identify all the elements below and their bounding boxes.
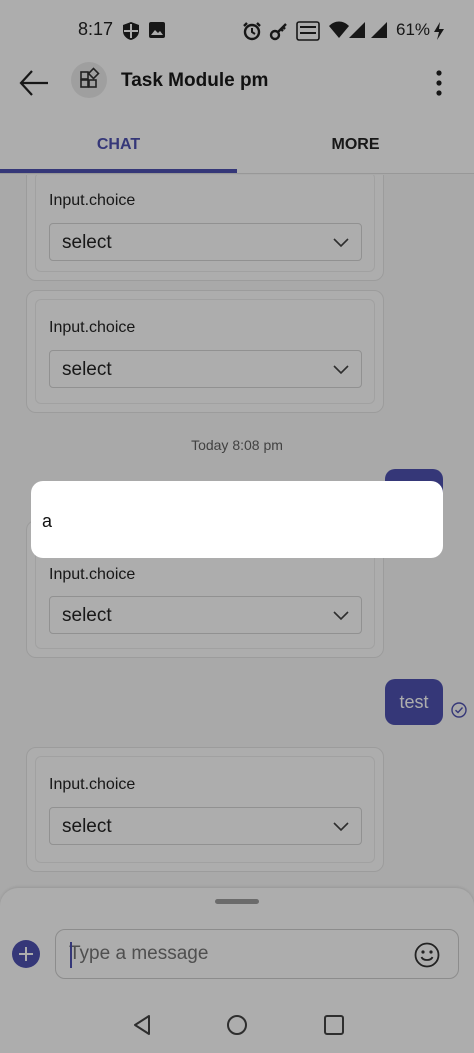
popup-text: a: [42, 511, 53, 531]
popup-dialog[interactable]: a: [31, 481, 443, 558]
